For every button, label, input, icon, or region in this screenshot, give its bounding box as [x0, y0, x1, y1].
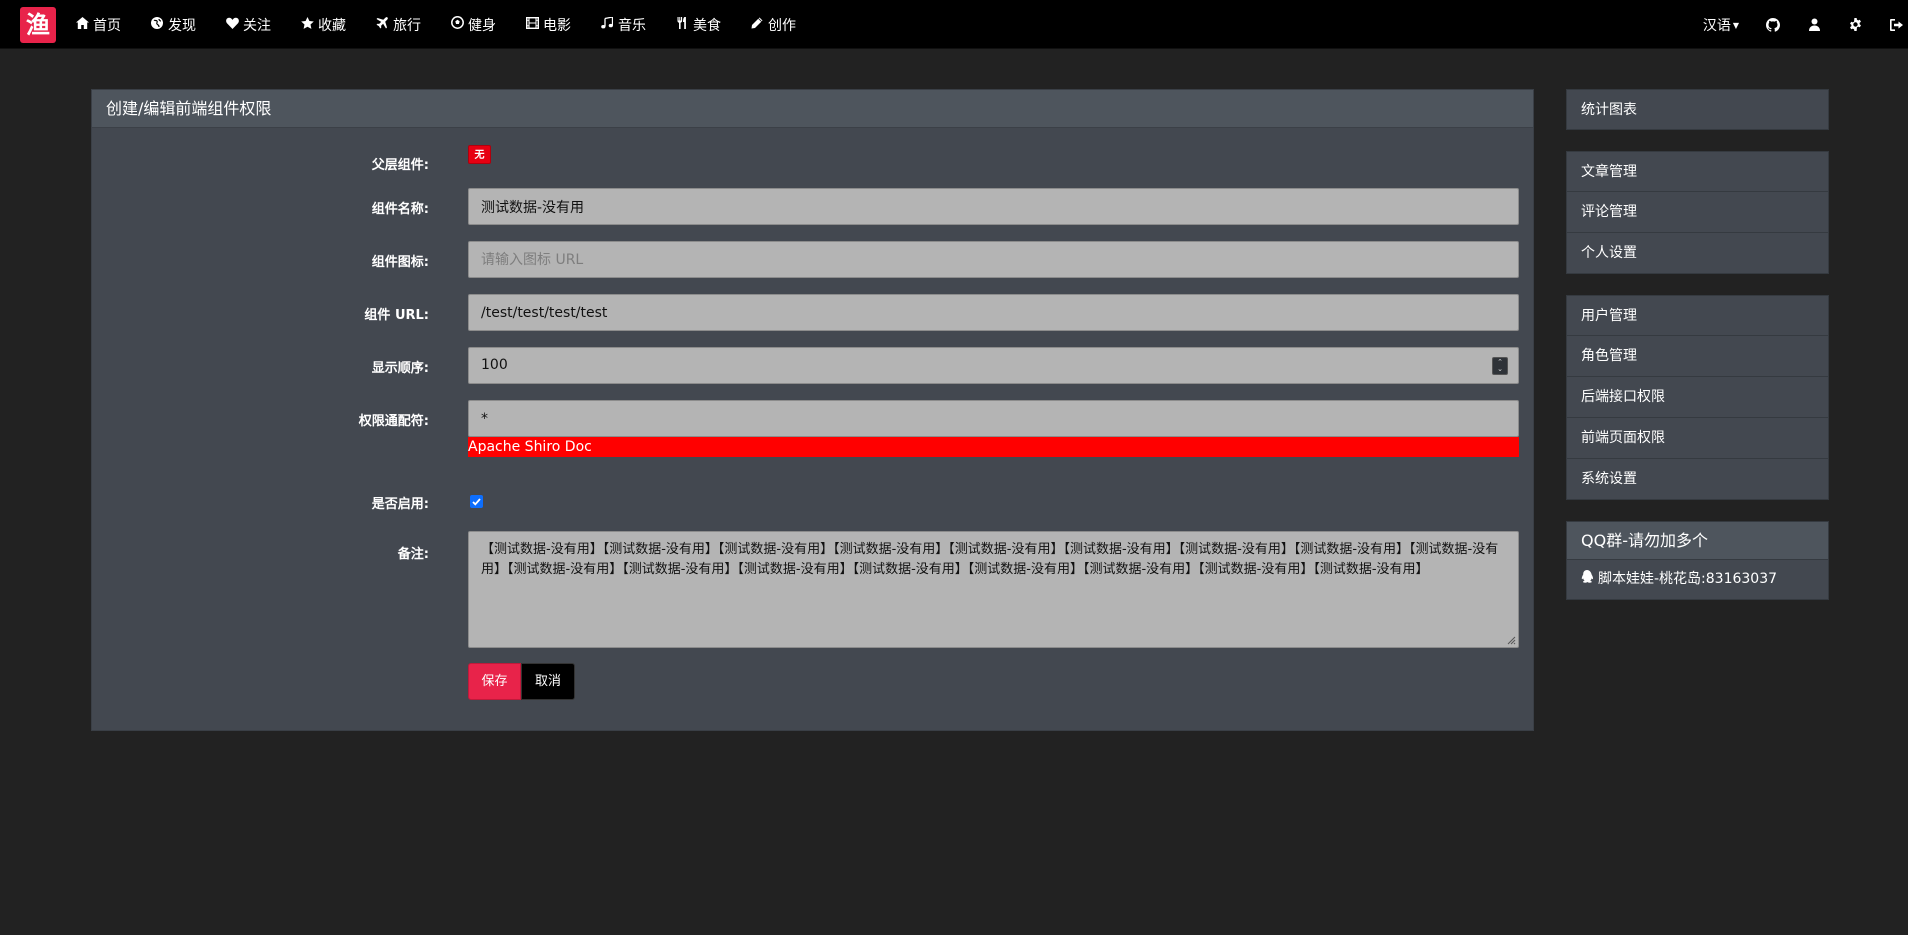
- nav-item-label: 健身: [468, 17, 496, 34]
- brand-logo[interactable]: 渔: [20, 7, 56, 43]
- nav-item-travel[interactable]: 旅行: [375, 0, 421, 49]
- component-icon-input[interactable]: [468, 241, 1519, 278]
- nav-item-music[interactable]: 音乐: [600, 0, 646, 49]
- gear-icon[interactable]: [1847, 17, 1863, 33]
- plane-icon: [375, 16, 389, 33]
- globe-icon: [150, 16, 164, 33]
- sidebar-qq-panel: QQ群-请勿加多个 脚本娃娃-桃花岛:83163037: [1566, 521, 1829, 600]
- sidebar-item-frontend-page-permissions[interactable]: 前端页面权限: [1566, 418, 1829, 459]
- component-url-label: 组件 URL:: [364, 308, 429, 323]
- component-name-label: 组件名称:: [371, 202, 429, 217]
- music-icon: [600, 15, 614, 33]
- user-icon[interactable]: [1806, 17, 1822, 33]
- main-nav: 首页 发现 关注 收藏 旅行 健身 电影 音乐 美食 创作: [75, 0, 825, 49]
- save-button[interactable]: 保存: [468, 663, 521, 700]
- note-label: 备注:: [397, 547, 429, 562]
- caret-down-icon: ▼: [1732, 21, 1739, 30]
- nav-item-label: 收藏: [318, 17, 346, 34]
- sidebar-item-backend-api-permissions[interactable]: 后端接口权限: [1566, 377, 1829, 418]
- nav-item-favorites[interactable]: 收藏: [300, 0, 346, 49]
- permission-form-panel: 创建/编辑前端组件权限 父层组件: 无 组件名称: 组件图标: 组件 URL: …: [91, 89, 1534, 731]
- nav-item-label: 创作: [768, 17, 796, 34]
- spinner-down-icon: ⌄: [1497, 365, 1503, 373]
- nav-item-label: 关注: [243, 17, 271, 34]
- film-icon: [525, 16, 539, 33]
- note-textarea[interactable]: 【测试数据-没有用】【测试数据-没有用】【测试数据-没有用】【测试数据-没有用】…: [468, 531, 1519, 648]
- nav-item-home[interactable]: 首页: [75, 0, 121, 49]
- nav-item-discover[interactable]: 发现: [150, 0, 196, 49]
- heart-icon: [225, 17, 239, 33]
- sign-out-icon[interactable]: [1888, 17, 1904, 33]
- nav-item-movies[interactable]: 电影: [525, 0, 571, 49]
- pencil-icon: [750, 17, 764, 33]
- qq-group-item[interactable]: 脚本娃娃-桃花岛:83163037: [1566, 560, 1829, 600]
- checkmark-icon: [472, 497, 481, 506]
- qq-icon: [1581, 560, 1595, 599]
- component-icon-label: 组件图标:: [371, 255, 429, 270]
- sidebar-item-comments[interactable]: 评论管理: [1566, 192, 1829, 233]
- panel-title: 创建/编辑前端组件权限: [92, 90, 1533, 128]
- sidebar-item-articles[interactable]: 文章管理: [1566, 151, 1829, 192]
- component-name-input[interactable]: [468, 188, 1519, 225]
- nav-right: 汉语 ▼: [1703, 0, 1908, 49]
- note-text: 【测试数据-没有用】【测试数据-没有用】【测试数据-没有用】【测试数据-没有用】…: [481, 542, 1499, 577]
- qq-group-label: 脚本娃娃-桃花岛:83163037: [1598, 571, 1778, 587]
- number-spinner[interactable]: ⌃ ⌄: [1492, 357, 1508, 375]
- sidebar-item-charts[interactable]: 统计图表: [1566, 89, 1829, 130]
- permission-wildcard-label: 权限通配符:: [358, 414, 429, 429]
- enabled-label: 是否启用:: [371, 497, 429, 512]
- cancel-button[interactable]: 取消: [521, 663, 575, 700]
- nav-item-fitness[interactable]: 健身: [450, 0, 496, 49]
- permission-wildcard-input[interactable]: [468, 400, 1519, 437]
- qq-panel-title: QQ群-请勿加多个: [1566, 521, 1829, 560]
- sidebar-item-roles[interactable]: 角色管理: [1566, 336, 1829, 377]
- display-order-input[interactable]: 100 ⌃ ⌄: [468, 347, 1519, 384]
- sidebar-item-system-settings[interactable]: 系统设置: [1566, 459, 1829, 500]
- language-dropdown[interactable]: 汉语 ▼: [1703, 15, 1739, 35]
- sidebar-group-content: 文章管理 评论管理 个人设置: [1566, 151, 1829, 274]
- parent-component-badge[interactable]: 无: [468, 145, 491, 164]
- enabled-checkbox[interactable]: [470, 495, 483, 508]
- sidebar-group-stats: 统计图表: [1566, 89, 1829, 130]
- nav-item-label: 电影: [543, 17, 571, 34]
- nav-item-label: 美食: [693, 17, 721, 34]
- nav-item-food[interactable]: 美食: [675, 0, 721, 49]
- nav-item-follow[interactable]: 关注: [225, 0, 271, 49]
- soccer-ball-icon: [450, 16, 464, 33]
- cutlery-icon: [675, 16, 689, 33]
- nav-item-label: 音乐: [618, 17, 646, 34]
- display-order-label: 显示顺序:: [371, 361, 429, 376]
- top-navbar: 渔 首页 发现 关注 收藏 旅行 健身 电影 音乐 美食 创作 汉语 ▼: [0, 0, 1908, 49]
- github-icon[interactable]: [1765, 17, 1781, 33]
- sidebar-group-admin: 用户管理 角色管理 后端接口权限 前端页面权限 系统设置: [1566, 295, 1829, 500]
- language-label: 汉语: [1702, 17, 1731, 34]
- parent-component-label: 父层组件:: [371, 158, 429, 173]
- nav-item-create[interactable]: 创作: [750, 0, 796, 49]
- nav-item-label: 首页: [93, 17, 121, 34]
- resize-grip-icon[interactable]: [1506, 635, 1516, 645]
- nav-item-label: 发现: [168, 17, 196, 34]
- apache-shiro-doc-link[interactable]: Apache Shiro Doc: [468, 437, 1519, 457]
- sidebar-item-profile[interactable]: 个人设置: [1566, 233, 1829, 274]
- display-order-value: 100: [481, 357, 508, 373]
- nav-item-label: 旅行: [393, 17, 421, 34]
- sidebar-item-users[interactable]: 用户管理: [1566, 295, 1829, 336]
- component-url-input[interactable]: [468, 294, 1519, 331]
- star-icon: [300, 16, 314, 33]
- home-icon: [75, 16, 89, 33]
